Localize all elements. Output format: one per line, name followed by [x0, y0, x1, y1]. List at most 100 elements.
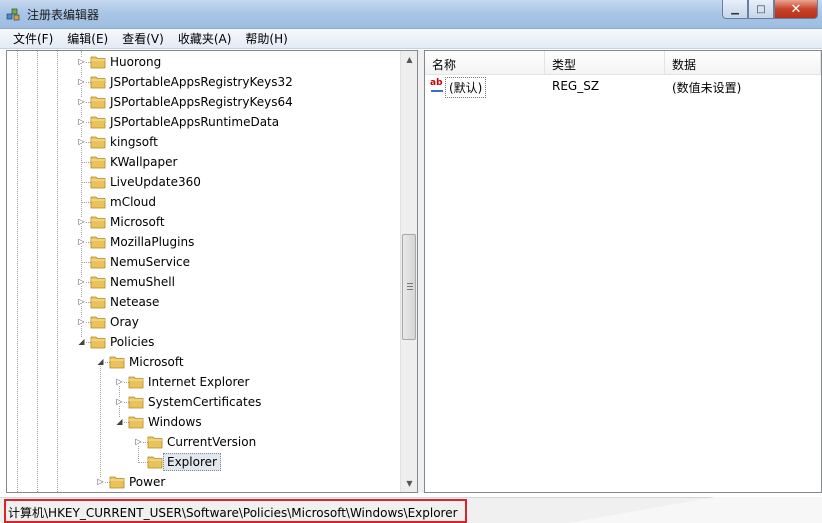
tree-node-huorong[interactable]: ▷ Huorong [7, 52, 400, 72]
registry-values-list[interactable]: 名称 类型 数据 ab (默认) REG_SZ (数值未设置) [424, 50, 822, 493]
menu-view[interactable]: 查看(V) [115, 30, 171, 48]
folder-icon [90, 155, 106, 169]
tree-node-label: Microsoft [129, 355, 184, 369]
tree-node-kwallpaper[interactable]: KWallpaper [7, 152, 400, 172]
folder-icon [90, 95, 106, 109]
status-bar: 计算机\HKEY_CURRENT_USER\Software\Policies\… [0, 497, 822, 523]
expand-arrow-icon[interactable]: ▷ [77, 297, 86, 306]
folder-icon [90, 315, 106, 329]
tree-node-jsportableappsregistrykeys64[interactable]: ▷ JSPortableAppsRegistryKeys64 [7, 92, 400, 112]
column-header-data[interactable]: 数据 [665, 51, 821, 75]
expand-arrow-icon[interactable]: ▷ [77, 237, 86, 246]
collapse-arrow-icon[interactable]: ◢ [96, 357, 105, 366]
column-header-name[interactable]: 名称 [425, 51, 545, 75]
registry-key-tree[interactable]: ▷ Huorong ▷ JSPortableAppsRegistryKeys32 ▷ JS… [6, 50, 418, 493]
menu-favorites[interactable]: 收藏夹(A) [171, 30, 239, 48]
tree-node-explorer[interactable]: Explorer [7, 452, 400, 472]
expand-arrow-icon[interactable]: ▷ [77, 317, 86, 326]
scrollbar-thumb[interactable] [402, 234, 416, 340]
expand-arrow-icon[interactable]: ▷ [115, 397, 124, 406]
folder-icon [90, 115, 106, 129]
tree-node-label: Microsoft [110, 215, 165, 229]
tree-node-netease[interactable]: ▷ Netease [7, 292, 400, 312]
tree-node-jsportableappsruntimedata[interactable]: ▷ JSPortableAppsRuntimeData [7, 112, 400, 132]
expand-arrow-icon[interactable]: ▷ [77, 217, 86, 226]
expand-arrow-icon[interactable]: ▷ [115, 377, 124, 386]
value-row[interactable]: ab (默认) REG_SZ (数值未设置) [425, 75, 821, 98]
folder-icon [90, 275, 106, 289]
tree-node-label: Netease [110, 295, 160, 309]
tree-vertical-scrollbar[interactable]: ▲ ▼ [400, 51, 417, 492]
folder-icon [90, 75, 106, 89]
expand-arrow-icon[interactable]: ▷ [96, 477, 105, 486]
tree-node-label: LiveUpdate360 [110, 175, 201, 189]
tree-node-label: CurrentVersion [167, 435, 257, 449]
tree-node-windows[interactable]: ◢ Windows [7, 412, 400, 432]
tree-node-label: kingsoft [110, 135, 158, 149]
tree-node-label: Huorong [110, 55, 162, 69]
expand-arrow-icon[interactable]: ▷ [77, 57, 86, 66]
folder-icon [90, 295, 106, 309]
menu-help[interactable]: 帮助(H) [238, 30, 294, 48]
folder-icon [147, 435, 163, 449]
expand-arrow-icon[interactable]: ▷ [134, 437, 143, 446]
regedit-app-icon [6, 8, 20, 21]
tree-node-kingsoft[interactable]: ▷ kingsoft [7, 132, 400, 152]
collapse-arrow-icon[interactable]: ◢ [77, 337, 86, 346]
minimize-button[interactable]: ▁ [722, 0, 748, 19]
column-header-type[interactable]: 类型 [545, 51, 665, 75]
tree-node-label: Internet Explorer [148, 375, 250, 389]
expand-arrow-icon[interactable]: ▷ [77, 277, 86, 286]
folder-icon [109, 355, 125, 369]
tree-node-mozillaplugins[interactable]: ▷ MozillaPlugins [7, 232, 400, 252]
folder-icon [109, 475, 125, 489]
value-data: (数值未设置) [672, 81, 742, 95]
folder-icon [90, 135, 106, 149]
folder-icon [90, 235, 106, 249]
tree-node-nemushell[interactable]: ▷ NemuShell [7, 272, 400, 292]
folder-icon [90, 335, 106, 349]
close-button[interactable]: ✕ [774, 0, 818, 19]
tree-node-microsoft[interactable]: ◢ Microsoft [7, 352, 400, 372]
collapse-arrow-icon[interactable]: ◢ [115, 417, 124, 426]
tree-node-systemcertificates[interactable]: ▷ SystemCertificates [7, 392, 400, 412]
resize-grip [542, 497, 822, 523]
tree-node-microsoft[interactable]: ▷ Microsoft [7, 212, 400, 232]
window-controls: ▁ □ ✕ [722, 0, 818, 20]
folder-icon [90, 55, 106, 69]
folder-icon [128, 415, 144, 429]
tree-node-label: MozillaPlugins [110, 235, 195, 249]
folder-icon [90, 215, 106, 229]
expand-arrow-icon[interactable]: ▷ [77, 117, 86, 126]
folder-icon [128, 375, 144, 389]
grip-icon [407, 283, 413, 290]
status-path: 计算机\HKEY_CURRENT_USER\Software\Policies\… [8, 506, 458, 520]
tree-node-jsportableappsregistrykeys32[interactable]: ▷ JSPortableAppsRegistryKeys32 [7, 72, 400, 92]
tree-node-label: Power [129, 475, 166, 489]
expand-arrow-icon[interactable]: ▷ [77, 137, 86, 146]
tree-node-oray[interactable]: ▷ Oray [7, 312, 400, 332]
tree-node-mcloud[interactable]: mCloud [7, 192, 400, 212]
expand-arrow-icon[interactable]: ▷ [77, 77, 86, 86]
tree-node-currentversion[interactable]: ▷ CurrentVersion [7, 432, 400, 452]
menu-file[interactable]: 文件(F) [6, 30, 60, 48]
tree-node-liveupdate360[interactable]: LiveUpdate360 [7, 172, 400, 192]
tree-node-label: JSPortableAppsRegistryKeys32 [110, 75, 293, 89]
folder-icon [90, 195, 106, 209]
tree-node-label: JSPortableAppsRuntimeData [110, 115, 280, 129]
tree-node-internet-explorer[interactable]: ▷ Internet Explorer [7, 372, 400, 392]
scroll-up-arrow-icon[interactable]: ▲ [401, 51, 417, 68]
tree-node-nemuservice[interactable]: NemuService [7, 252, 400, 272]
menu-bar: 文件(F) 编辑(E) 查看(V) 收藏夹(A) 帮助(H) [0, 29, 822, 49]
tree-node-power[interactable]: ▷ Power [7, 472, 400, 492]
expand-arrow-icon[interactable]: ▷ [77, 97, 86, 106]
tree-node-policies[interactable]: ◢ Policies [7, 332, 400, 352]
tree-node-label: JSPortableAppsRegistryKeys64 [110, 95, 293, 109]
window-title: 注册表编辑器 [27, 8, 100, 22]
scroll-down-arrow-icon[interactable]: ▼ [401, 475, 417, 492]
tree-node-label: NemuService [110, 255, 191, 269]
value-type: REG_SZ [552, 79, 600, 93]
maximize-button[interactable]: □ [748, 0, 774, 19]
menu-edit[interactable]: 编辑(E) [60, 30, 115, 48]
tree-node-label: SystemCertificates [148, 395, 262, 409]
